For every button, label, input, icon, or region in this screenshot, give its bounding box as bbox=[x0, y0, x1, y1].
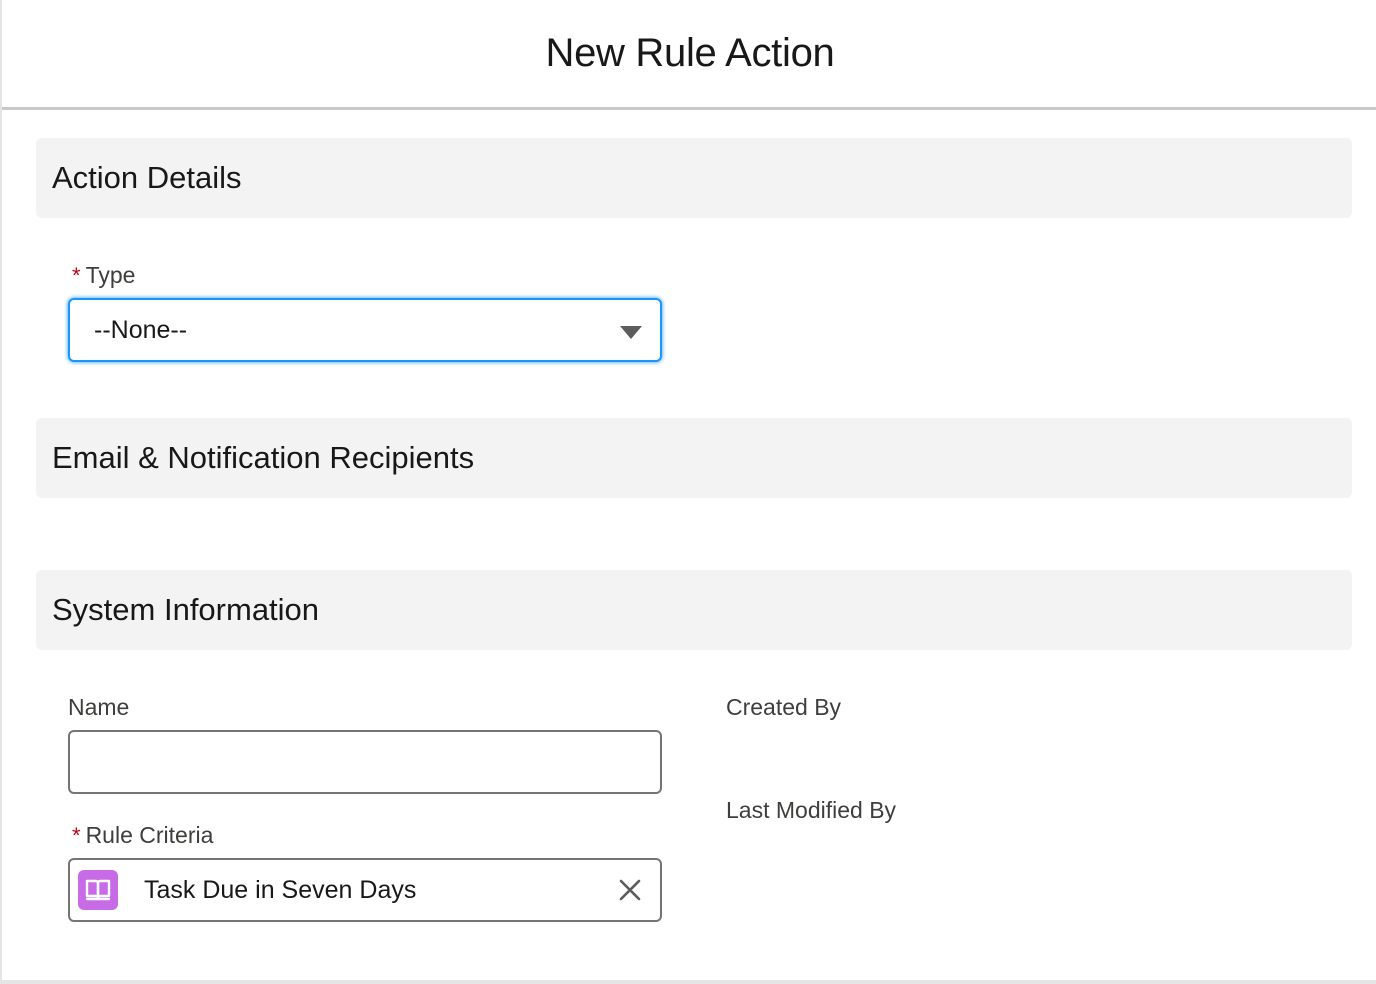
type-select[interactable]: --None-- bbox=[68, 298, 662, 362]
modal-footer-divider bbox=[2, 980, 1376, 984]
required-indicator: * bbox=[72, 822, 81, 848]
name-label-text: Name bbox=[68, 694, 130, 720]
section-header-action-details[interactable]: Action Details bbox=[36, 138, 1352, 218]
modal-title: New Rule Action bbox=[545, 31, 835, 75]
created-by-label: Created By bbox=[726, 694, 842, 720]
required-indicator: * bbox=[72, 262, 81, 288]
type-label-text: Type bbox=[85, 262, 136, 288]
new-rule-action-modal: New Rule Action Action Details * Type --… bbox=[0, 0, 1376, 984]
type-select-value: --None-- bbox=[94, 315, 188, 344]
book-icon bbox=[78, 870, 118, 910]
last-modified-by-label: Last Modified By bbox=[726, 797, 897, 823]
rule-criteria-label-text: Rule Criteria bbox=[85, 822, 214, 848]
modal-header: New Rule Action bbox=[2, 0, 1376, 110]
name-field-label: Name bbox=[68, 694, 129, 721]
section-header-recipients[interactable]: Email & Notification Recipients bbox=[36, 418, 1352, 498]
section-title-action-details: Action Details bbox=[52, 160, 242, 195]
close-icon[interactable] bbox=[614, 874, 646, 906]
rule-criteria-field-label: * Rule Criteria bbox=[72, 822, 213, 849]
rule-criteria-selected-value: Task Due in Seven Days bbox=[144, 876, 417, 904]
type-field-label: * Type bbox=[72, 262, 135, 289]
section-title-recipients: Email & Notification Recipients bbox=[52, 440, 475, 475]
chevron-down-icon bbox=[620, 326, 642, 339]
section-title-system-information: System Information bbox=[52, 592, 320, 627]
name-input[interactable] bbox=[68, 730, 662, 794]
rule-criteria-lookup[interactable]: Task Due in Seven Days bbox=[68, 858, 662, 922]
section-header-system-information[interactable]: System Information bbox=[36, 570, 1352, 650]
